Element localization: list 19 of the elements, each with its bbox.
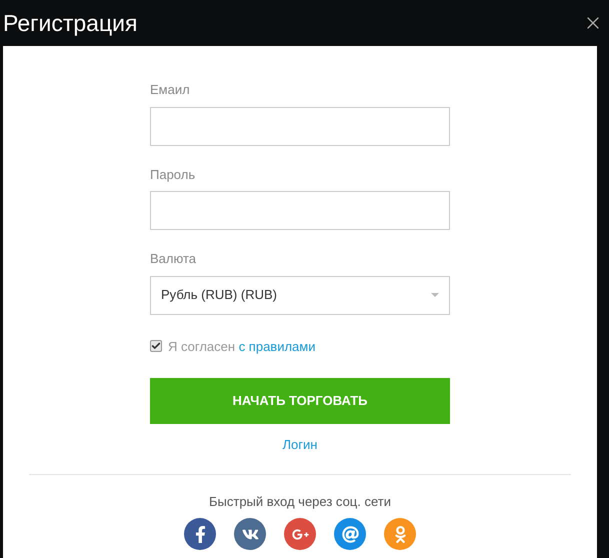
input-field[interactable] [150, 191, 450, 230]
vk-icon[interactable] [234, 518, 266, 550]
input-field[interactable] [150, 106, 450, 146]
field-label: Емаил [150, 81, 191, 99]
agree-text: Я согласен [168, 338, 236, 354]
at-sign-icon[interactable] [334, 518, 366, 550]
rules-link[interactable]: с правилами [238, 338, 316, 354]
facebook-icon[interactable] [184, 518, 216, 550]
field-label: Пароль [150, 166, 196, 184]
caret-icon [431, 293, 439, 297]
social-login-heading: Быстрый вход через соц. сети [209, 492, 391, 511]
dialog-title: Регистрация [3, 8, 138, 38]
start-trading-button[interactable]: НАЧАТЬ ТОРГОВАТЬ [150, 378, 450, 424]
agree-checkbox[interactable] [150, 340, 162, 352]
google-plus-icon[interactable] [284, 518, 316, 550]
field-label: Валюта [150, 250, 197, 268]
login-link[interactable]: Логин [282, 435, 318, 454]
currency-select[interactable]: Рубль (RUB) (RUB) [150, 276, 450, 314]
odnoklassniki-icon[interactable] [384, 518, 416, 550]
